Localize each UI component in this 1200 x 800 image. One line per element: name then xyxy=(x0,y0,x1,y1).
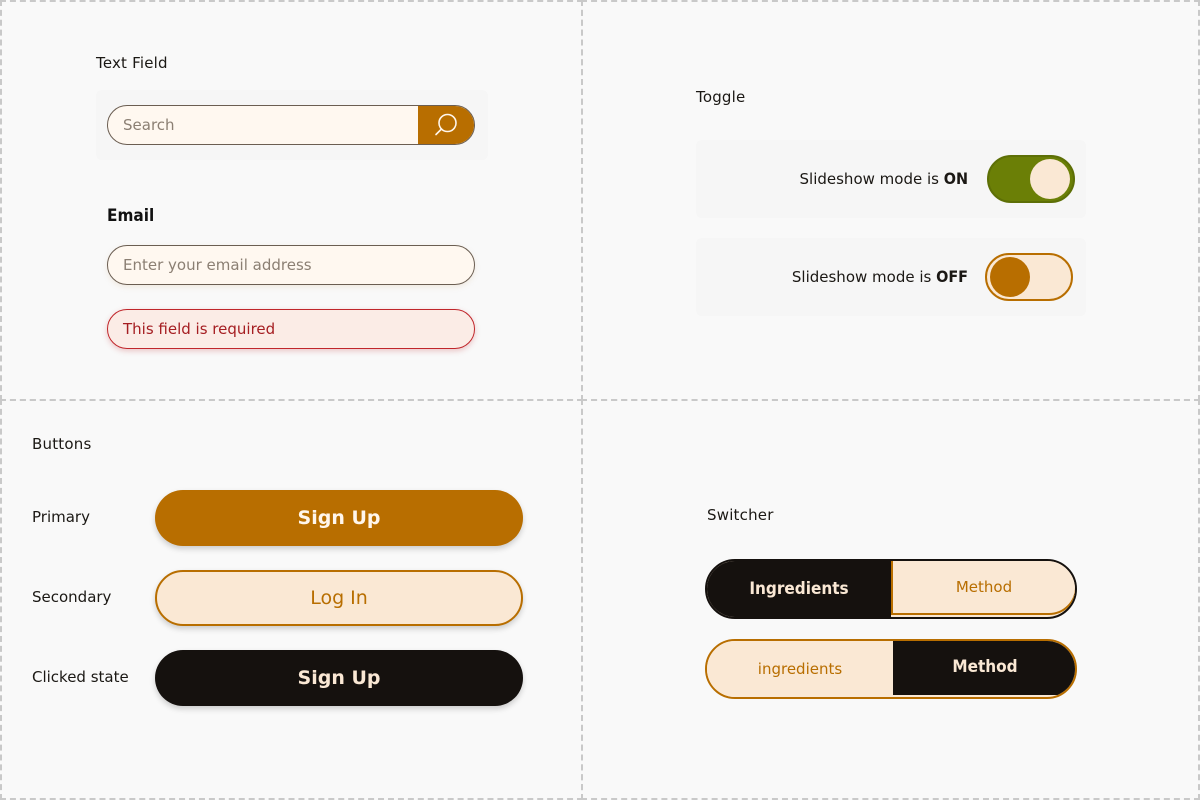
switcher-method-active: ingredients Method xyxy=(705,639,1077,699)
toggle-knob xyxy=(990,257,1030,297)
email-field[interactable] xyxy=(123,256,474,274)
sign-up-button-clicked[interactable]: Sign Up xyxy=(155,650,523,706)
tab-method[interactable]: Method xyxy=(893,641,1075,695)
search-bar xyxy=(107,105,475,145)
switcher-section-label: Switcher xyxy=(707,506,774,524)
buttons-section-label: Buttons xyxy=(32,435,92,453)
search-button[interactable] xyxy=(418,106,474,144)
toggle-on-prefix: Slideshow mode is xyxy=(799,170,944,188)
slideshow-toggle-on[interactable] xyxy=(987,155,1075,203)
email-label: Email xyxy=(107,206,155,226)
log-in-button[interactable]: Log In xyxy=(155,570,523,626)
toggle-section-label: Toggle xyxy=(696,88,746,106)
toggle-on-state: ON xyxy=(943,169,968,188)
tab-ingredients[interactable]: Ingredients xyxy=(707,561,891,617)
switcher-ingredients-active: Ingredients Method xyxy=(705,559,1077,619)
tab-ingredients[interactable]: ingredients xyxy=(707,641,893,697)
toggle-off-state: OFF xyxy=(936,267,968,286)
search-icon xyxy=(435,113,457,136)
email-field-wrapper xyxy=(107,245,475,285)
toggle-on-label: Slideshow mode is ON xyxy=(800,169,968,188)
toggle-off-label: Slideshow mode is OFF xyxy=(792,267,968,286)
tab-method[interactable]: Method xyxy=(891,561,1075,615)
sign-up-button[interactable]: Sign Up xyxy=(155,490,523,546)
clicked-row-label: Clicked state xyxy=(32,668,129,686)
error-message: This field is required xyxy=(123,320,276,338)
error-field[interactable]: This field is required xyxy=(107,309,475,349)
primary-row-label: Primary xyxy=(32,508,90,526)
slideshow-toggle-off[interactable] xyxy=(985,253,1073,301)
secondary-row-label: Secondary xyxy=(32,588,112,606)
text-field-section-label: Text Field xyxy=(96,54,168,72)
toggle-knob xyxy=(1030,159,1070,199)
search-input[interactable] xyxy=(108,106,418,144)
toggle-off-prefix: Slideshow mode is xyxy=(791,268,937,286)
